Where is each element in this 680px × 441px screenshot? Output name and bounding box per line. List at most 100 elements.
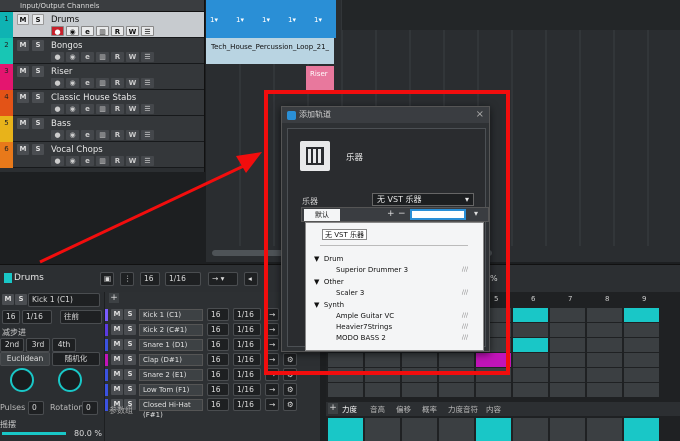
mute-button[interactable]: M xyxy=(111,384,123,395)
step-cell[interactable] xyxy=(328,368,363,382)
step-cell[interactable] xyxy=(365,353,400,367)
step-cell[interactable] xyxy=(550,338,585,352)
velocity-cell[interactable] xyxy=(439,418,474,441)
mute-button[interactable]: M xyxy=(111,324,123,335)
lane-value[interactable]: 16 xyxy=(207,368,229,381)
step-cell[interactable] xyxy=(476,383,511,397)
tab-4th[interactable]: 4th xyxy=(52,338,76,352)
step-cell[interactable] xyxy=(550,383,585,397)
close-icon[interactable]: × xyxy=(476,109,484,120)
list-item[interactable]: Superior Drummer 3 /// xyxy=(336,266,476,274)
lane-value[interactable]: 16 xyxy=(207,323,229,336)
chevron-down-icon[interactable]: ▾ xyxy=(474,209,478,218)
lane-division[interactable]: 1/16 xyxy=(233,398,261,411)
velocity-cell[interactable] xyxy=(328,418,363,441)
lane-settings-icon[interactable]: ⚙ xyxy=(283,383,297,396)
step-cell[interactable] xyxy=(439,368,474,382)
step-cell[interactable] xyxy=(476,353,511,367)
list-item[interactable]: MODO BASS 2 /// xyxy=(336,334,476,342)
list-item-no-vst[interactable]: 无 VST 乐器 xyxy=(322,229,367,240)
mute-button[interactable]: M xyxy=(111,369,123,380)
lane-value[interactable]: 16 xyxy=(207,383,229,396)
velocity-cell[interactable] xyxy=(365,418,400,441)
add-param-icon[interactable]: + xyxy=(328,403,338,414)
lane-name[interactable]: Snare 1 (D1) xyxy=(139,339,203,351)
tab-2nd[interactable]: 2nd xyxy=(0,338,24,352)
solo-button[interactable]: S xyxy=(15,294,27,305)
step-cell[interactable] xyxy=(624,368,659,382)
left-division[interactable]: 1/16 xyxy=(22,310,52,324)
solo-button[interactable]: S xyxy=(124,324,136,335)
step-cell[interactable] xyxy=(550,353,585,367)
lane-name[interactable]: Snare 2 (E1) xyxy=(139,369,203,381)
drum-lane[interactable]: M S Clap (D#1) 16 1/16 → ⚙ xyxy=(105,353,320,367)
step-cell[interactable] xyxy=(439,353,474,367)
step-cell[interactable] xyxy=(624,308,659,322)
param-tab[interactable]: 力度音符 xyxy=(448,404,478,415)
solo-button[interactable]: S xyxy=(124,354,136,365)
mute-button[interactable]: M xyxy=(111,309,123,320)
step-cell[interactable] xyxy=(550,368,585,382)
group-header[interactable]: ▼ Synth xyxy=(314,301,344,309)
kick-select[interactable]: Kick 1 (C1) xyxy=(28,293,100,307)
search-input[interactable] xyxy=(410,209,466,220)
toggle-icon[interactable]: ▣ xyxy=(100,272,114,286)
step-cell[interactable] xyxy=(513,338,548,352)
lane-value[interactable]: 16 xyxy=(207,338,229,351)
solo-button[interactable]: S xyxy=(124,309,136,320)
lane-value[interactable]: 16 xyxy=(207,353,229,366)
step-cell[interactable] xyxy=(624,353,659,367)
step-cell[interactable] xyxy=(439,383,474,397)
euclidean-tab[interactable]: Euclidean xyxy=(0,352,50,366)
mute-button[interactable]: M xyxy=(111,354,123,365)
step-cell[interactable] xyxy=(328,353,363,367)
pulses-value[interactable]: 0 xyxy=(28,401,44,415)
quantize-division[interactable]: 1/16 xyxy=(165,272,201,286)
step-cell[interactable] xyxy=(513,323,548,337)
solo-button[interactable]: S xyxy=(124,369,136,380)
lane-direction-icon[interactable]: → xyxy=(265,338,279,351)
lane-settings-icon[interactable]: ⚙ xyxy=(283,353,297,366)
mute-button[interactable]: M xyxy=(111,339,123,350)
step-cell[interactable] xyxy=(550,323,585,337)
mute-button[interactable]: M xyxy=(2,294,14,305)
goto-button[interactable]: 往前 xyxy=(60,310,102,324)
param-tab[interactable]: 音高 xyxy=(370,404,385,415)
instrument-select[interactable]: 无 VST 乐器 ▾ xyxy=(372,193,474,206)
list-item[interactable]: Ample Guitar VC /// xyxy=(336,312,476,320)
tab-default[interactable]: 默认 xyxy=(304,209,340,221)
step-cell[interactable] xyxy=(402,353,437,367)
lane-direction-icon[interactable]: → xyxy=(265,398,279,411)
lane-direction-icon[interactable]: → xyxy=(265,353,279,366)
lane-value[interactable]: 16 xyxy=(207,398,229,411)
lane-name[interactable]: Kick 1 (C1) xyxy=(139,309,203,321)
velocity-cell[interactable] xyxy=(550,418,585,441)
lane-division[interactable]: 1/16 xyxy=(233,368,261,381)
lane-settings-icon[interactable]: ⚙ xyxy=(283,368,297,381)
add-preset-icon[interactable]: + xyxy=(387,209,395,219)
step-cell[interactable] xyxy=(550,308,585,322)
lane-division[interactable]: 1/16 xyxy=(233,338,261,351)
rotation-knob[interactable] xyxy=(58,368,82,392)
velocity-cell[interactable] xyxy=(513,418,548,441)
step-cell[interactable] xyxy=(624,338,659,352)
left-value[interactable]: 16 xyxy=(2,310,20,324)
lane-value[interactable]: 16 xyxy=(207,308,229,321)
velocity-cell[interactable] xyxy=(402,418,437,441)
param-tab[interactable]: 偏移 xyxy=(396,404,411,415)
velocity-cell[interactable] xyxy=(624,418,659,441)
group-header[interactable]: ▼ Other xyxy=(314,278,344,286)
step-cell[interactable] xyxy=(587,323,622,337)
step-cell[interactable] xyxy=(402,383,437,397)
quantize-value[interactable]: 16 xyxy=(140,272,160,286)
tab-3rd[interactable]: 3rd xyxy=(26,338,50,352)
add-lane-icon[interactable]: + xyxy=(109,293,119,303)
velocity-cell[interactable] xyxy=(587,418,622,441)
velocity-cell[interactable] xyxy=(476,418,511,441)
lane-name[interactable]: Closed Hi-Hat (F#1) xyxy=(139,399,203,419)
lane-direction-icon[interactable]: → xyxy=(265,323,279,336)
lane-direction-icon[interactable]: → xyxy=(265,368,279,381)
lane-division[interactable]: 1/16 xyxy=(233,323,261,336)
step-cell[interactable] xyxy=(587,353,622,367)
grid-icon[interactable]: ⋮ xyxy=(120,272,134,286)
